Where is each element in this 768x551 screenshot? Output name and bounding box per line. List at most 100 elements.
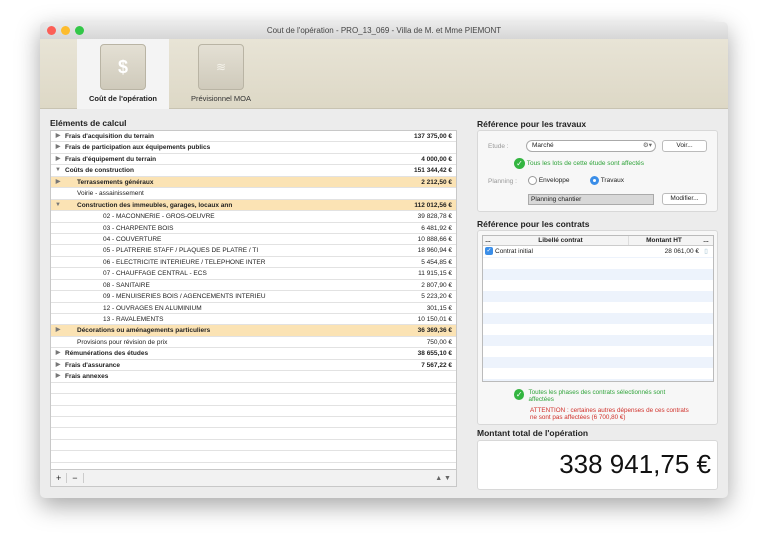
row-amount: 39 828,78 € xyxy=(417,213,452,221)
tree-row[interactable]: ▶ Rémunérations des études 38 655,10 € xyxy=(51,348,456,360)
row-label: 13 - RAVALEMENTS xyxy=(103,316,164,323)
row-label: Frais d'acquisition du terrain xyxy=(65,133,154,140)
contrat-label: Contrat initial xyxy=(495,248,533,255)
disclosure-triangle-icon[interactable] xyxy=(51,257,65,267)
tree-row[interactable]: ▶ Frais annexes xyxy=(51,371,456,383)
row-label: Terrassements généraux xyxy=(77,178,154,186)
disclosure-triangle-icon[interactable]: ▶ xyxy=(51,371,65,381)
row-amount: 2 807,90 € xyxy=(421,281,452,289)
disclosure-triangle-icon[interactable] xyxy=(51,234,65,244)
zoom-button[interactable] xyxy=(75,26,84,35)
row-amount: 301,15 € xyxy=(426,304,452,312)
col-header[interactable]: Libellé contrat xyxy=(493,236,629,245)
disclosure-triangle-icon[interactable] xyxy=(51,314,65,324)
tree-row[interactable]: 02 - MACONNERIE - GROS-OEUVRE 39 828,78 € xyxy=(51,211,456,223)
tab-previsionnel-moa[interactable]: ≋ Prévisionnel MOA xyxy=(175,39,267,109)
money-bag-icon: $ xyxy=(100,44,146,90)
disclosure-triangle-icon[interactable]: ▶ xyxy=(51,360,65,370)
row-label: 07 - CHAUFFAGE CENTRAL - ECS xyxy=(103,270,207,278)
col-header[interactable]: Montant HT xyxy=(629,236,699,245)
disclosure-triangle-icon[interactable] xyxy=(51,280,65,290)
contrat-amount: 28 061,00 € xyxy=(664,248,699,255)
tree-row[interactable]: 09 - MENUISERIES BOIS / AGENCEMENTS INTE… xyxy=(51,291,456,303)
disclosure-triangle-icon[interactable]: ▶ xyxy=(51,154,65,164)
etude-select[interactable]: Marché ⚙▾ xyxy=(526,140,656,152)
tree-row[interactable]: 06 - ELECTRICITE INTERIEURE / TELEPHONE … xyxy=(51,257,456,269)
col-header[interactable]: ... xyxy=(483,236,493,245)
row-label: Construction des immeubles, garages, loc… xyxy=(77,201,233,209)
tree-row[interactable]: 13 - RAVALEMENTS 10 150,01 € xyxy=(51,314,456,326)
tree-row[interactable]: 08 - SANITAIRE 2 807,90 € xyxy=(51,280,456,292)
row-label: Frais annexes xyxy=(65,373,109,381)
contrat-row[interactable]: ✓ Contrat initial 28 061,00 € ▯ xyxy=(483,246,713,257)
planning-label: Planning : xyxy=(488,178,517,185)
tree-row[interactable]: ▼ Construction des immeubles, garages, lo… xyxy=(51,199,456,212)
tree-row[interactable]: ▶ Terrassements généraux 2 212,50 € xyxy=(51,176,456,189)
document-icon[interactable]: ▯ xyxy=(699,246,713,257)
disclosure-triangle-icon[interactable]: ▼ xyxy=(51,200,65,210)
row-amount: 5 454,85 € xyxy=(421,258,452,266)
tree-row[interactable]: 12 - OUVRAGES EN ALUMINIUM 301,15 € xyxy=(51,303,456,314)
row-label: 06 - ELECTRICITE INTERIEURE / TELEPHONE … xyxy=(103,258,266,266)
radio-enveloppe[interactable]: Enveloppe xyxy=(528,176,570,185)
disclosure-triangle-icon[interactable]: ▶ xyxy=(51,325,65,335)
disclosure-triangle-icon[interactable]: ▶ xyxy=(51,131,65,141)
tree-row[interactable]: ▼ Coûts de construction 151 344,42 € xyxy=(51,165,456,177)
disclosure-triangle-icon[interactable] xyxy=(51,188,65,198)
tree-row[interactable]: 04 - COUVERTURE 10 888,66 € xyxy=(51,234,456,246)
radio-label: Travaux xyxy=(600,177,624,185)
empty-row xyxy=(51,406,456,417)
remove-button[interactable]: − xyxy=(67,473,84,483)
disclosure-triangle-icon[interactable]: ▼ xyxy=(51,165,65,175)
tree-row[interactable]: 05 - PLATRERIE STAFF / PLAQUES DE PLATRE… xyxy=(51,245,456,257)
planning-field[interactable]: Planning chantier xyxy=(528,194,654,205)
scroll-arrows[interactable]: ▲ ▼ xyxy=(430,475,456,482)
disclosure-triangle-icon[interactable]: ▶ xyxy=(51,348,65,358)
checkbox[interactable]: ✓ xyxy=(485,247,493,256)
row-amount: 10 150,01 € xyxy=(417,316,452,323)
row-label: 03 - CHARPENTE BOIS xyxy=(103,224,174,232)
radio-travaux[interactable]: Travaux xyxy=(590,176,624,185)
tree-row[interactable]: ▶ Frais de participation aux équipements … xyxy=(51,142,456,154)
tree-row[interactable]: Voirie - assainissement xyxy=(51,188,456,200)
elements-list[interactable]: ▶ Frais d'acquisition du terrain 137 375,0… xyxy=(50,130,457,470)
disclosure-triangle-icon[interactable]: ▶ xyxy=(51,142,65,152)
empty-row xyxy=(51,428,456,440)
disclosure-triangle-icon[interactable] xyxy=(51,245,65,255)
row-label: 08 - SANITAIRE xyxy=(103,281,150,289)
radio-label: Enveloppe xyxy=(538,177,570,185)
disclosure-triangle-icon[interactable] xyxy=(51,291,65,301)
row-amount: 112 012,56 € xyxy=(414,201,452,209)
tree-row[interactable]: 07 - CHAUFFAGE CENTRAL - ECS 11 915,15 € xyxy=(51,268,456,280)
tree-row[interactable]: ▶ Frais d'acquisition du terrain 137 375,0… xyxy=(51,131,456,143)
disclosure-triangle-icon[interactable] xyxy=(51,223,65,233)
contrats-table[interactable]: ... Libellé contrat Montant HT ... ✓ Con… xyxy=(482,235,714,382)
travaux-heading: Référence pour les travaux xyxy=(477,119,587,129)
title-bar: Cout de l'opération - PRO_13_069 - Villa… xyxy=(40,22,728,39)
disclosure-triangle-icon[interactable] xyxy=(51,268,65,278)
row-amount: 7 567,22 € xyxy=(421,361,452,369)
disclosure-triangle-icon[interactable] xyxy=(51,337,65,347)
chart-icon: ≋ xyxy=(198,44,244,90)
empty-row xyxy=(51,451,456,463)
modifier-button[interactable]: Modifier... xyxy=(662,193,707,205)
disclosure-triangle-icon[interactable] xyxy=(51,303,65,313)
tree-row[interactable]: ▶ Frais d'équipement du terrain 4 000,00 € xyxy=(51,154,456,166)
tree-row[interactable]: ▶ Frais d'assurance 7 567,22 € xyxy=(51,360,456,372)
disclosure-triangle-icon[interactable]: ▶ xyxy=(51,177,65,187)
close-button[interactable] xyxy=(47,26,56,35)
empty-row xyxy=(51,417,456,429)
tree-row[interactable]: ▶ Décorations ou aménagements particulier… xyxy=(51,325,456,337)
add-button[interactable]: + xyxy=(51,473,68,483)
empty-row xyxy=(51,394,456,406)
tree-row[interactable]: Provisions pour révision de prix 750,00 € xyxy=(51,337,456,349)
row-amount xyxy=(366,188,456,198)
minimize-button[interactable] xyxy=(61,26,70,35)
col-header[interactable]: ... xyxy=(699,236,713,245)
tab-cout-operation[interactable]: $ Coût de l'opération xyxy=(77,39,169,109)
row-amount: 11 915,15 € xyxy=(418,270,452,278)
row-amount: 6 481,92 € xyxy=(421,224,452,232)
disclosure-triangle-icon[interactable] xyxy=(51,211,65,221)
tree-row[interactable]: 03 - CHARPENTE BOIS 6 481,92 € xyxy=(51,223,456,234)
voir-button[interactable]: Voir... xyxy=(662,140,707,152)
